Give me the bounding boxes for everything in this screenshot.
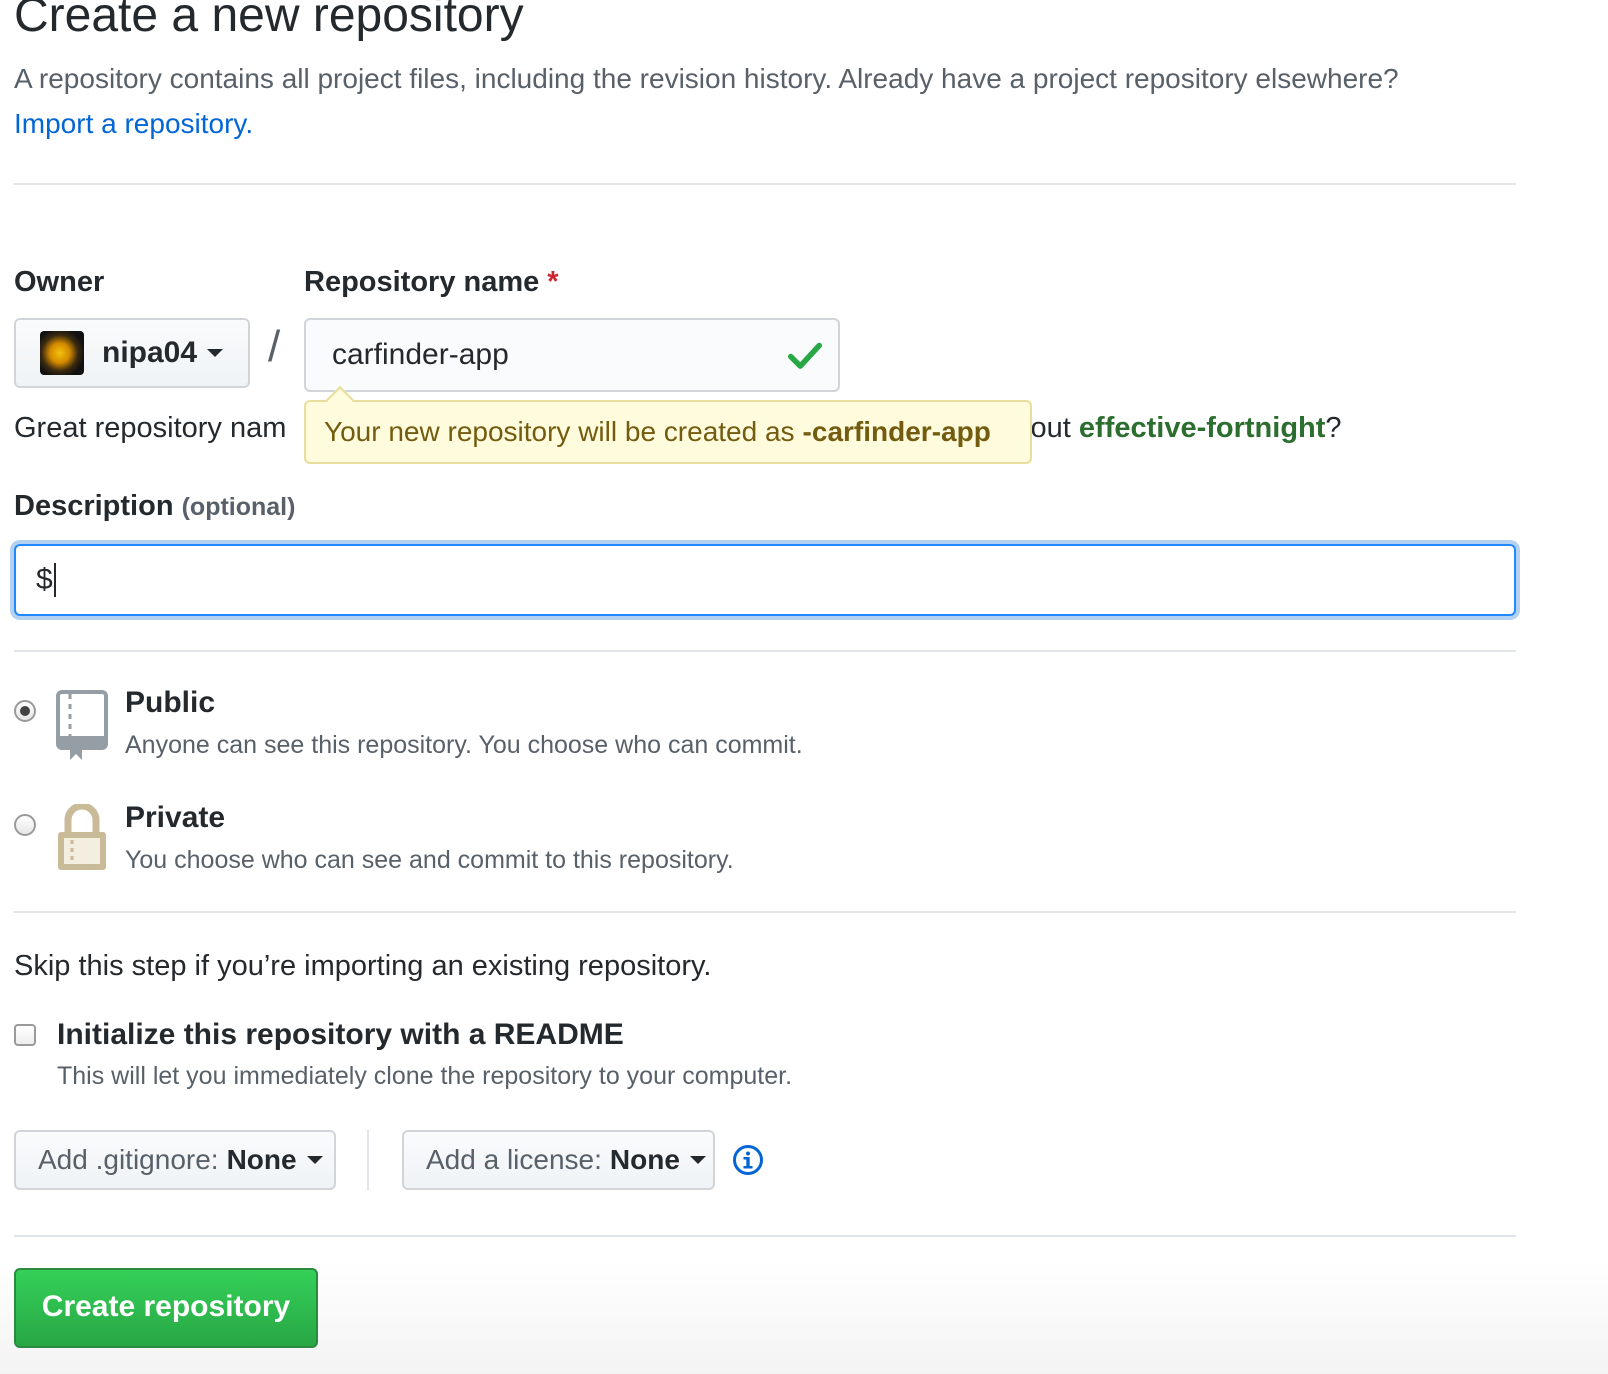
- gitignore-dropdown[interactable]: Add .gitignore: None: [14, 1130, 336, 1190]
- avatar: [40, 331, 84, 375]
- page-subtitle: A repository contains all project files,…: [14, 56, 1434, 146]
- description-label-text: Description: [14, 490, 174, 522]
- chevron-down-icon: [306, 1156, 323, 1164]
- footer-divider: [14, 1235, 1516, 1237]
- skip-step-text: Skip this step if you’re importing an ex…: [14, 950, 712, 982]
- gitignore-value: None: [226, 1144, 297, 1175]
- suggested-name-link[interactable]: effective-fortnight: [1079, 412, 1326, 444]
- suggestion-prefix: Great repository nam: [14, 412, 287, 444]
- license-dropdown[interactable]: Add a license: None: [402, 1130, 715, 1190]
- description-input[interactable]: $: [14, 544, 1516, 616]
- chevron-down-icon: [207, 349, 224, 357]
- repo-book-icon: [56, 690, 108, 760]
- repo-name-label: Repository name *: [304, 266, 559, 299]
- license-label: Add a license:: [426, 1144, 602, 1175]
- required-mark: *: [547, 266, 559, 298]
- button-separator: [367, 1130, 369, 1190]
- info-icon[interactable]: [732, 1144, 764, 1176]
- private-note: You choose who can see and commit to thi…: [125, 846, 734, 874]
- repository-name-value: carfinder-app: [332, 338, 509, 371]
- repository-name-tooltip: Your new repository will be created as -…: [304, 400, 1032, 464]
- suggestion-suffix: ?: [1325, 412, 1342, 444]
- tooltip-repo-name: -carfinder-app: [802, 416, 991, 447]
- text-cursor: [53, 563, 56, 597]
- repo-name-label-text: Repository name: [304, 266, 540, 298]
- readme-note: This will let you immediately clone the …: [57, 1062, 793, 1090]
- readme-label[interactable]: Initialize this repository with a README: [57, 1018, 624, 1052]
- check-icon: [787, 342, 823, 369]
- import-repository-link[interactable]: Import a repository.: [14, 108, 253, 139]
- page-title: Create a new repository: [14, 0, 524, 42]
- license-value: None: [609, 1144, 680, 1175]
- private-radio[interactable]: [14, 814, 36, 836]
- tooltip-prefix: Your new repository will be created as: [324, 416, 795, 447]
- owner-repo-separator: /: [268, 322, 281, 371]
- public-note: Anyone can see this repository. You choo…: [125, 731, 803, 759]
- lock-icon: [58, 804, 106, 870]
- header-divider: [14, 183, 1516, 185]
- description-value: $: [36, 563, 53, 596]
- owner-label: Owner: [14, 266, 105, 298]
- public-radio[interactable]: [14, 700, 36, 722]
- description-divider: [14, 650, 1516, 652]
- new-repository-page: Create a new repository A repository con…: [0, 0, 1608, 1374]
- repository-name-input[interactable]: carfinder-app: [304, 318, 840, 392]
- private-title: Private: [125, 801, 226, 834]
- optional-hint: (optional): [181, 493, 296, 521]
- visibility-divider: [14, 911, 1516, 913]
- owner-dropdown[interactable]: nipa04: [14, 318, 250, 388]
- subtitle-text: A repository contains all project files,…: [14, 63, 1399, 94]
- public-title: Public: [125, 686, 216, 719]
- description-label: Description (optional): [14, 490, 295, 523]
- readme-checkbox[interactable]: [14, 1024, 36, 1046]
- owner-name: nipa04: [102, 336, 198, 369]
- chevron-down-icon: [689, 1156, 706, 1164]
- gitignore-label: Add .gitignore:: [38, 1144, 219, 1175]
- create-repository-button[interactable]: Create repository: [14, 1268, 318, 1348]
